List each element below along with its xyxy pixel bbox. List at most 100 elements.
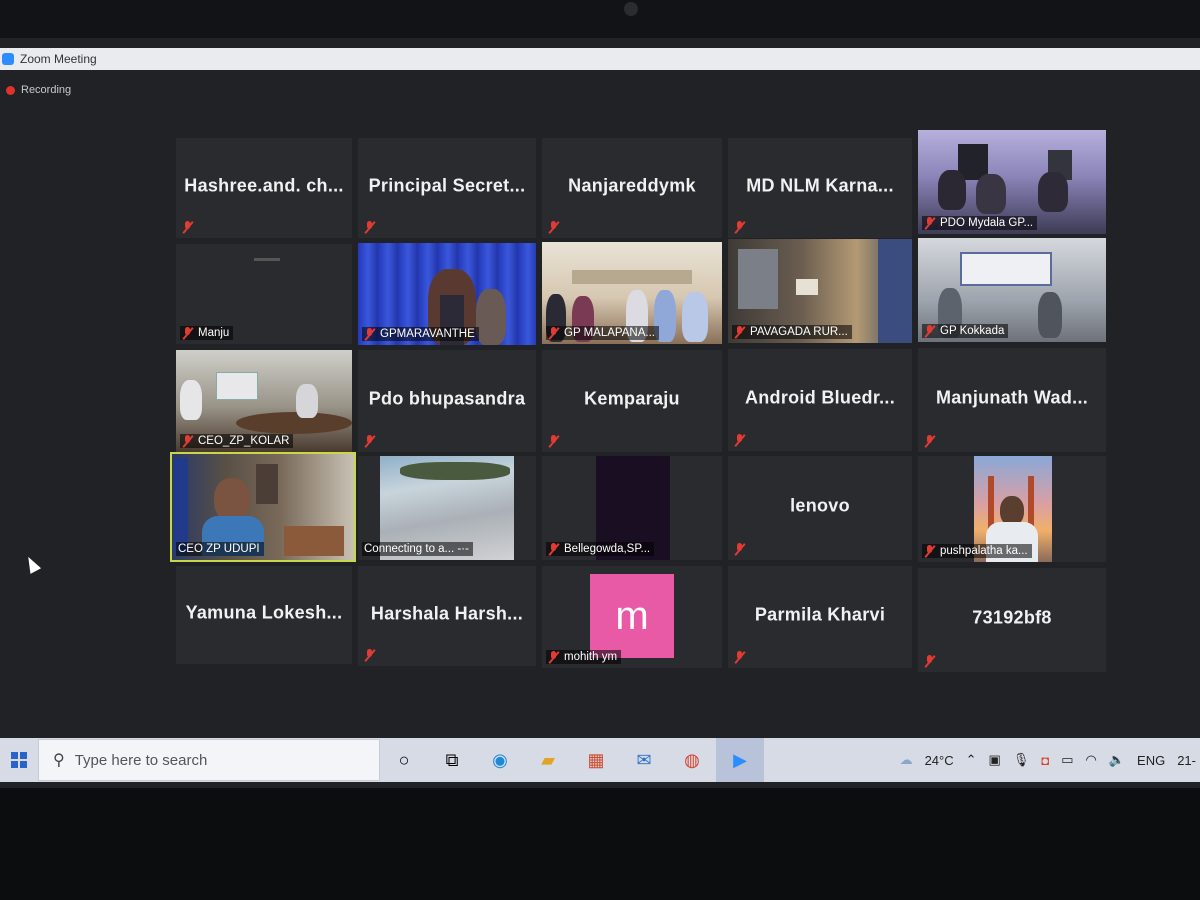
mail-icon[interactable]: ✉ xyxy=(620,738,668,782)
participant-tile[interactable]: 73192bf8 xyxy=(918,568,1106,672)
participant-label: GP MALAPANA... xyxy=(564,327,655,339)
participant-name: lenovo xyxy=(790,495,850,516)
zoom-taskbar-icon[interactable]: ▶ xyxy=(716,738,764,782)
clock-date[interactable]: 21- xyxy=(1177,753,1196,768)
mic-muted-icon xyxy=(924,545,936,557)
participant-label: Manju xyxy=(198,327,230,339)
participant-name: MD NLM Karna... xyxy=(746,175,894,196)
participant-name: Hashree.and. ch... xyxy=(184,175,344,196)
connection-indicator xyxy=(254,258,280,261)
participant-label: Connecting to a... -·- xyxy=(364,543,469,555)
participant-name: Kemparaju xyxy=(584,388,680,409)
camera-icon[interactable]: ▣ xyxy=(989,752,1001,768)
mic-muted-icon xyxy=(182,327,194,339)
window-titlebar[interactable]: Zoom Meeting xyxy=(0,48,1200,70)
mic-muted-icon xyxy=(364,435,376,447)
mic-muted-icon xyxy=(924,655,936,667)
mic-muted-icon xyxy=(364,221,376,233)
participant-tile[interactable]: MD NLM Karna... xyxy=(728,138,912,238)
participant-tile[interactable]: GP Kokkada xyxy=(918,238,1106,342)
speaker-icon[interactable]: 🔈 xyxy=(1109,752,1125,768)
participant-tile[interactable]: lenovo xyxy=(728,456,912,560)
participant-label: mohith ym xyxy=(564,651,618,663)
language-indicator[interactable]: ENG xyxy=(1137,753,1165,768)
participant-tile[interactable]: Harshala Harsh... xyxy=(358,566,536,666)
participant-tile[interactable]: m mohith ym xyxy=(542,566,722,668)
participant-tile[interactable]: Connecting to a... -·- xyxy=(358,456,536,560)
avatar: m xyxy=(590,574,674,658)
participant-tile-active-speaker[interactable]: CEO ZP UDUPI xyxy=(170,452,356,562)
mic-muted-icon xyxy=(364,649,376,661)
participant-name: Parmila Kharvi xyxy=(754,604,886,625)
participant-name: Yamuna Lokesh... xyxy=(185,602,343,623)
search-icon: ⚲ xyxy=(53,752,65,769)
participant-tile[interactable]: Android Bluedr... xyxy=(728,349,912,451)
wifi-icon[interactable]: ◠ xyxy=(1086,752,1097,768)
participant-name: Manjunath Wad... xyxy=(935,387,1089,408)
cortana-icon[interactable]: ○ xyxy=(380,738,428,782)
recording-label: Recording xyxy=(21,84,72,96)
laptop-bezel-bottom xyxy=(0,788,1200,900)
zoom-app-icon xyxy=(2,53,14,65)
task-view-icon[interactable]: ⧉ xyxy=(428,738,476,782)
system-tray: ☁ 24°C ⌃ ▣ 🎙 ◘ ▭ ◠ 🔈 ENG 21- xyxy=(900,752,1200,768)
edge-browser-icon[interactable]: ◉ xyxy=(476,738,524,782)
participant-label: Bellegowda,SP... xyxy=(564,543,651,555)
participant-tile[interactable]: Bellegowda,SP... xyxy=(542,456,722,560)
participant-tile[interactable]: Hashree.and. ch... xyxy=(176,138,352,238)
participant-tile[interactable]: Manjunath Wad... xyxy=(918,348,1106,452)
participant-tile[interactable]: Kemparaju xyxy=(542,350,722,452)
participant-label: PAVAGADA RUR... xyxy=(750,326,848,338)
microsoft-store-icon[interactable]: ▦ xyxy=(572,738,620,782)
mic-muted-icon xyxy=(734,326,746,338)
participant-name: 73192bf8 xyxy=(972,607,1052,628)
mic-muted-icon xyxy=(924,217,936,229)
start-button[interactable] xyxy=(0,738,38,782)
participant-tile[interactable]: Nanjareddymk xyxy=(542,138,722,238)
participant-name: Principal Secret... xyxy=(368,175,526,196)
mic-muted-icon xyxy=(924,435,936,447)
participant-name: Harshala Harsh... xyxy=(370,603,524,624)
mic-muted-icon xyxy=(182,221,194,233)
taskbar-search-box[interactable]: ⚲ Type here to search xyxy=(38,739,380,781)
mic-muted-icon xyxy=(548,327,560,339)
temperature[interactable]: 24°C xyxy=(925,753,954,768)
participant-tile[interactable]: CEO_ZP_KOLAR xyxy=(176,350,352,452)
chevron-up-icon[interactable]: ⌃ xyxy=(966,752,977,768)
recording-indicator[interactable]: Recording xyxy=(6,84,71,96)
weather-cloud-icon[interactable]: ☁ xyxy=(900,752,913,768)
mic-muted-icon xyxy=(548,543,560,555)
chrome-icon[interactable]: ◍ xyxy=(668,738,716,782)
participant-label: CEO ZP UDUPI xyxy=(178,543,260,555)
participant-tile[interactable]: Manju xyxy=(176,244,352,344)
participant-tile[interactable]: Yamuna Lokesh... xyxy=(176,566,352,664)
participant-tile[interactable]: pushpalatha ka... xyxy=(918,456,1106,562)
participant-name: Pdo bhupasandra xyxy=(368,388,526,409)
laptop-bezel-top xyxy=(0,0,1200,40)
participant-tile[interactable]: PDO Mydala GP... xyxy=(918,130,1106,234)
mic-muted-icon xyxy=(548,221,560,233)
zoom-tray-icon[interactable]: ◘ xyxy=(1041,753,1049,768)
participant-tile[interactable]: Principal Secret... xyxy=(358,138,536,238)
mic-muted-icon xyxy=(548,435,560,447)
participant-tile[interactable]: PAVAGADA RUR... xyxy=(728,239,912,343)
mic-muted-icon xyxy=(734,221,746,233)
participant-tile[interactable]: Pdo bhupasandra xyxy=(358,350,536,452)
window-title: Zoom Meeting xyxy=(20,52,97,66)
battery-icon[interactable]: ▭ xyxy=(1061,752,1073,768)
search-placeholder: Type here to search xyxy=(74,751,208,769)
mic-muted-icon xyxy=(182,435,194,447)
participant-label: PDO Mydala GP... xyxy=(940,217,1034,229)
mic-muted-icon xyxy=(734,651,746,663)
file-explorer-icon[interactable]: ▰ xyxy=(524,738,572,782)
participant-tile[interactable]: GP MALAPANA... xyxy=(542,242,722,344)
participant-name: Android Bluedr... xyxy=(744,387,896,408)
mic-muted-icon xyxy=(734,434,746,446)
screen: Zoom Meeting Recording Hashree.and. ch..… xyxy=(0,38,1200,788)
participant-label: GP Kokkada xyxy=(940,325,1005,337)
mouse-cursor-icon xyxy=(22,554,42,574)
participant-tile[interactable]: GPMARAVANTHE xyxy=(358,243,536,345)
participant-tile[interactable]: Parmila Kharvi xyxy=(728,566,912,668)
microphone-icon[interactable]: 🎙 xyxy=(1013,752,1030,768)
participant-label: CEO_ZP_KOLAR xyxy=(198,435,290,447)
